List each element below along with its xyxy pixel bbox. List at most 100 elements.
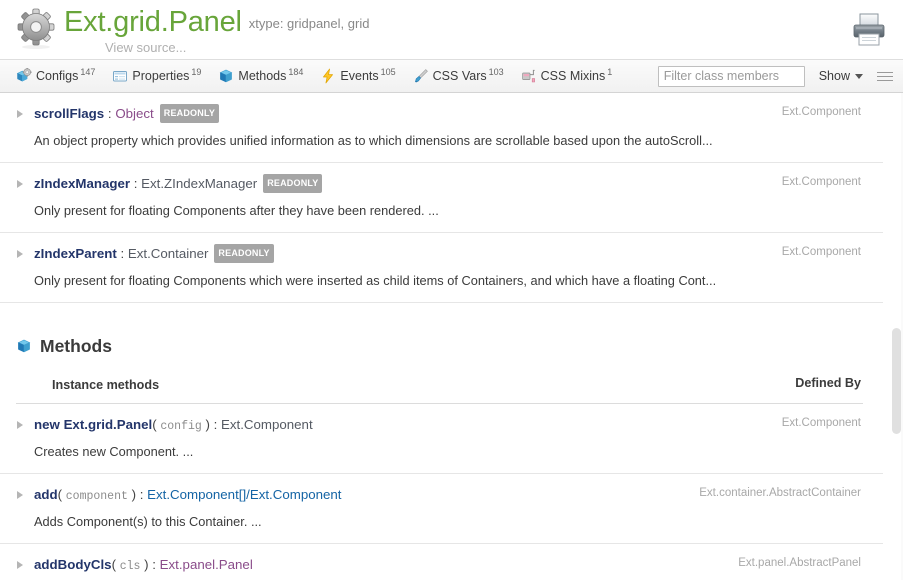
configs-icon	[16, 67, 32, 84]
member-signature: addBodyCls( cls ) : Ext.panel.Panel	[34, 556, 853, 575]
member-description: Only present for floating Components aft…	[34, 203, 439, 218]
status-badge: READONLY	[214, 244, 274, 263]
tab-css-vars-label: CSS Vars	[432, 69, 487, 83]
member-name[interactable]: add	[34, 487, 58, 502]
methods-section-title: Methods	[40, 335, 112, 356]
expand-arrow-icon[interactable]	[17, 421, 23, 429]
status-badge: READONLY	[263, 174, 323, 193]
member-description: Creates new Component. ...	[34, 444, 194, 459]
toolbar-right: Show	[657, 60, 893, 92]
tab-methods-label: Methods	[238, 69, 287, 83]
new-keyword: new	[34, 417, 64, 432]
page-header: Ext.grid.Panel xtype: gridpanel, grid Vie…	[0, 0, 903, 59]
expand-arrow-icon[interactable]	[17, 110, 23, 118]
view-source-link[interactable]: View source...	[105, 40, 186, 55]
tab-configs-count: 147	[80, 66, 96, 77]
table-row[interactable]: add( component ) : Ext.Component[]/Ext.C…	[0, 474, 883, 544]
filter-class-members-input[interactable]	[657, 65, 805, 87]
methods-icon	[218, 68, 234, 84]
methods-section-header: Methods	[0, 331, 883, 361]
properties-icon	[112, 68, 128, 84]
hamburger-icon[interactable]	[877, 71, 893, 81]
member-description: Adds Component(s) to this Container. ...	[34, 514, 262, 529]
instance-methods-label: Instance methods	[52, 378, 160, 392]
signature-colon: :	[104, 106, 116, 122]
tab-list: Configs 147 Properties 19 Methods 184 Ev…	[16, 60, 629, 92]
tab-methods[interactable]: Methods 184	[218, 66, 304, 84]
methods-icon	[16, 338, 32, 354]
member-type[interactable]: Ext.ZIndexManager	[141, 176, 257, 191]
method-param: cls	[119, 560, 141, 573]
expand-arrow-icon[interactable]	[17, 180, 23, 188]
scrollbar-thumb[interactable]	[892, 328, 901, 434]
print-button[interactable]	[849, 9, 889, 49]
member-type[interactable]: Ext.Container	[128, 246, 209, 261]
tab-events-label: Events	[340, 69, 379, 83]
tab-css-mixins-count: 1	[607, 66, 613, 77]
params-close: ) :	[127, 487, 148, 502]
tab-properties-label: Properties	[132, 69, 190, 83]
member-signature: zIndexManager : Ext.ZIndexManager READONL…	[34, 174, 853, 194]
chevron-down-icon	[855, 73, 863, 79]
return-type[interactable]: Ext.Component	[221, 417, 313, 432]
expand-arrow-icon[interactable]	[17, 491, 23, 499]
defined-by-value: Ext.panel.AbstractPanel	[738, 557, 861, 569]
tab-properties-count: 19	[191, 66, 202, 77]
table-row[interactable]: addBodyCls( cls ) : Ext.panel.Panel Adds…	[0, 544, 883, 580]
instance-methods-header: Instance methods Defined By	[16, 367, 863, 404]
table-row[interactable]: zIndexParent : Ext.Container READONLY Onl…	[0, 233, 883, 303]
member-signature: zIndexParent : Ext.Container READONLY	[34, 244, 853, 264]
return-type[interactable]: Ext.Component[]/Ext.Component	[147, 487, 341, 502]
title-area: Ext.grid.Panel xtype: gridpanel, grid	[64, 4, 369, 40]
params-close: ) :	[140, 557, 160, 572]
page-title: Ext.grid.Panel	[64, 6, 242, 38]
expand-arrow-icon[interactable]	[17, 561, 23, 569]
member-name[interactable]: Ext.grid.Panel	[64, 417, 153, 432]
defined-by-value: Ext.container.AbstractContainer	[699, 487, 861, 499]
signature-colon: :	[116, 246, 128, 262]
tab-css-mixins-label: CSS Mixins	[540, 69, 606, 83]
css-mixins-icon	[521, 68, 537, 84]
tab-properties[interactable]: Properties 19	[112, 66, 202, 84]
member-description: Only present for floating Components whi…	[34, 273, 717, 288]
tab-css-vars-count: 103	[488, 66, 504, 77]
member-description: An object property which provides unifie…	[34, 133, 713, 148]
member-name[interactable]: scrollFlags	[34, 106, 104, 121]
member-name[interactable]: zIndexManager	[34, 176, 130, 191]
tab-configs[interactable]: Configs 147	[16, 66, 96, 84]
scrollbar[interactable]	[892, 93, 901, 580]
expand-arrow-icon[interactable]	[17, 250, 23, 258]
table-row[interactable]: scrollFlags : Object READONLY An object p…	[0, 93, 883, 163]
css-vars-icon	[413, 68, 429, 84]
tab-methods-count: 184	[288, 66, 304, 77]
show-menu-button[interactable]: Show	[819, 69, 863, 83]
member-type-toolbar: Configs 147 Properties 19 Methods 184 Ev…	[0, 59, 903, 93]
params-open: (	[111, 557, 120, 572]
tab-events[interactable]: Events 105	[320, 66, 396, 84]
member-type[interactable]: Object	[115, 106, 153, 121]
return-type[interactable]: Ext.panel.Panel	[160, 557, 253, 572]
table-row[interactable]: new Ext.grid.Panel( config ) : Ext.Compo…	[0, 404, 883, 474]
signature-colon: :	[130, 176, 142, 192]
tab-css-vars[interactable]: CSS Vars 103	[413, 66, 504, 84]
defined-by-value: Ext.Component	[781, 246, 861, 258]
members-scroll-area[interactable]: scrollFlags : Object READONLY An object p…	[0, 93, 903, 580]
params-close: ) :	[201, 417, 221, 432]
defined-by-value: Ext.Component	[781, 106, 861, 118]
print-icon	[853, 13, 885, 46]
tab-css-mixins[interactable]: CSS Mixins 1	[521, 66, 613, 84]
member-name[interactable]: zIndexParent	[34, 246, 117, 261]
show-menu-label: Show	[818, 69, 850, 83]
class-xtype-label: xtype: gridpanel, grid	[248, 16, 370, 31]
member-name[interactable]: addBodyCls	[34, 557, 112, 572]
tab-configs-label: Configs	[36, 69, 79, 83]
defined-by-value: Ext.Component	[781, 176, 861, 188]
table-row[interactable]: zIndexManager : Ext.ZIndexManager READONL…	[0, 163, 883, 233]
params-open: (	[57, 487, 66, 502]
members-list: scrollFlags : Object READONLY An object p…	[0, 93, 903, 580]
tab-events-count: 105	[380, 66, 396, 77]
defined-by-column-header: Defined By	[795, 376, 861, 390]
gear-icon	[14, 6, 58, 50]
events-icon	[320, 68, 336, 84]
